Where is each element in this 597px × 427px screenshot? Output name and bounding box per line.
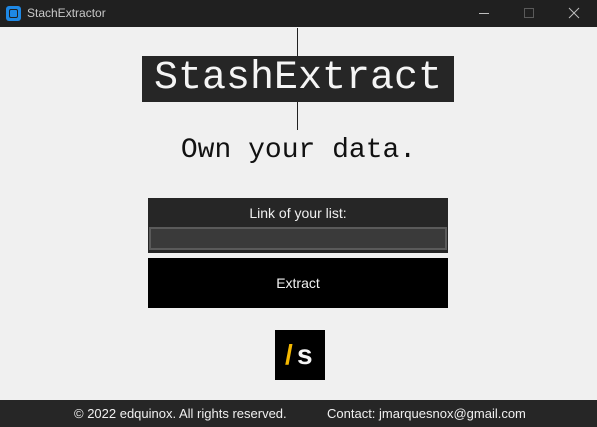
window-title: StachExtractor <box>27 6 106 20</box>
stash-logo-icon: / s <box>275 330 325 380</box>
link-input[interactable] <box>149 227 447 250</box>
logo-slash: / <box>285 339 293 370</box>
footer: © 2022 edquinox. All rights reserved. Co… <box>0 400 597 427</box>
maximize-icon <box>524 8 534 18</box>
brand-logo: StashExtract <box>142 56 454 102</box>
minimize-button[interactable] <box>461 0 507 27</box>
link-panel: Link of your list: <box>148 198 448 253</box>
contact-text: Contact: jmarquesnox@gmail.com <box>327 406 526 421</box>
logo-line-bottom <box>297 102 298 130</box>
extract-button[interactable]: Extract <box>148 258 448 308</box>
logo-letter: s <box>297 339 313 370</box>
minimize-icon <box>479 13 489 14</box>
app-icon <box>6 6 21 21</box>
maximize-button[interactable] <box>506 0 552 27</box>
title-bar[interactable]: StachExtractor <box>0 0 597 27</box>
app-window: StachExtractor StashExtract Own your dat… <box>0 0 597 427</box>
close-icon <box>568 7 580 19</box>
link-label: Link of your list: <box>249 205 347 221</box>
logo-line-top <box>297 28 298 56</box>
close-button[interactable] <box>551 0 597 27</box>
copyright-text: © 2022 edquinox. All rights reserved. <box>74 406 287 421</box>
tagline: Own your data. <box>180 135 417 166</box>
